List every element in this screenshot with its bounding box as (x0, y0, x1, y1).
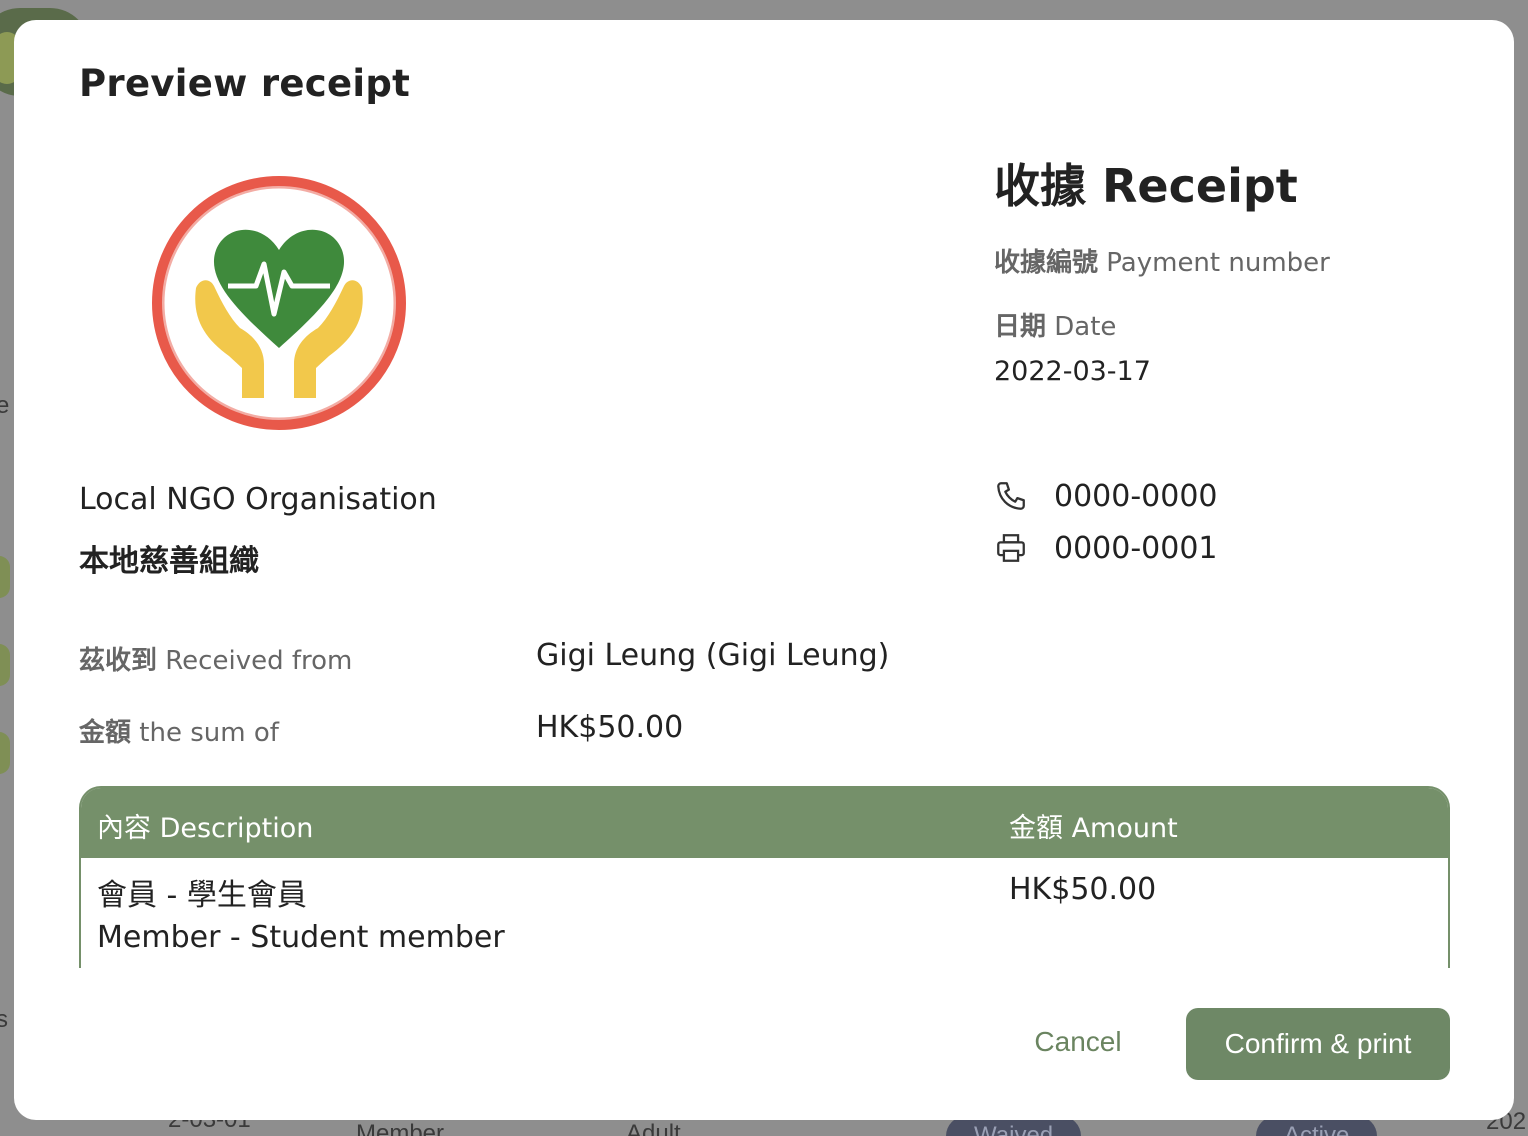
sum-label: 金額 the sum of (79, 718, 279, 748)
table-row-amount: HK$50.00 (1009, 872, 1157, 907)
table-header: 內容 Description 金額 Amount (81, 788, 1448, 858)
dialog-title: Preview receipt (79, 62, 411, 105)
phone-icon (997, 482, 1025, 510)
background-text: s (0, 1006, 8, 1033)
receipt-items-table: 內容 Description 金額 Amount 會員 - 學生會員 Membe… (79, 786, 1450, 968)
organisation-logo (152, 176, 406, 430)
phone-contact: 0000-0000 (994, 476, 1218, 516)
fax-number: 0000-0001 (1054, 530, 1218, 566)
receipt-title: 收據 Receipt (994, 159, 1298, 213)
background-text: Member (356, 1120, 445, 1136)
sum-value: HK$50.00 (536, 710, 684, 745)
organisation-name-en: Local NGO Organisation (79, 482, 437, 517)
table-row-description-en: Member - Student member (97, 920, 505, 955)
fax-contact: 0000-0001 (994, 528, 1218, 568)
received-from-label: 茲收到 Received from (79, 646, 353, 676)
date-value: 2022-03-17 (994, 356, 1151, 387)
background-text: e (0, 392, 10, 419)
background-avatar (0, 644, 10, 686)
confirm-print-button[interactable]: Confirm & print (1186, 1008, 1450, 1080)
background-text: Adult (626, 1120, 681, 1136)
cancel-button[interactable]: Cancel (1018, 1010, 1138, 1074)
background-avatar (0, 732, 10, 774)
column-header-amount: 金額 Amount (1009, 813, 1178, 844)
phone-number: 0000-0000 (1054, 478, 1218, 514)
printer-icon (997, 534, 1025, 562)
date-label: 日期 Date (994, 312, 1117, 342)
table-row-description-zh: 會員 - 學生會員 (97, 878, 307, 913)
background-avatar (0, 556, 10, 598)
column-header-description: 內容 Description (97, 813, 314, 844)
received-from-value: Gigi Leung (Gigi Leung) (536, 638, 890, 673)
organisation-name-zh: 本地慈善組織 (79, 544, 259, 579)
preview-receipt-dialog: Preview receipt Local NGO Organisation 本… (14, 20, 1514, 1120)
payment-number-label: 收據編號 Payment number (994, 248, 1330, 278)
